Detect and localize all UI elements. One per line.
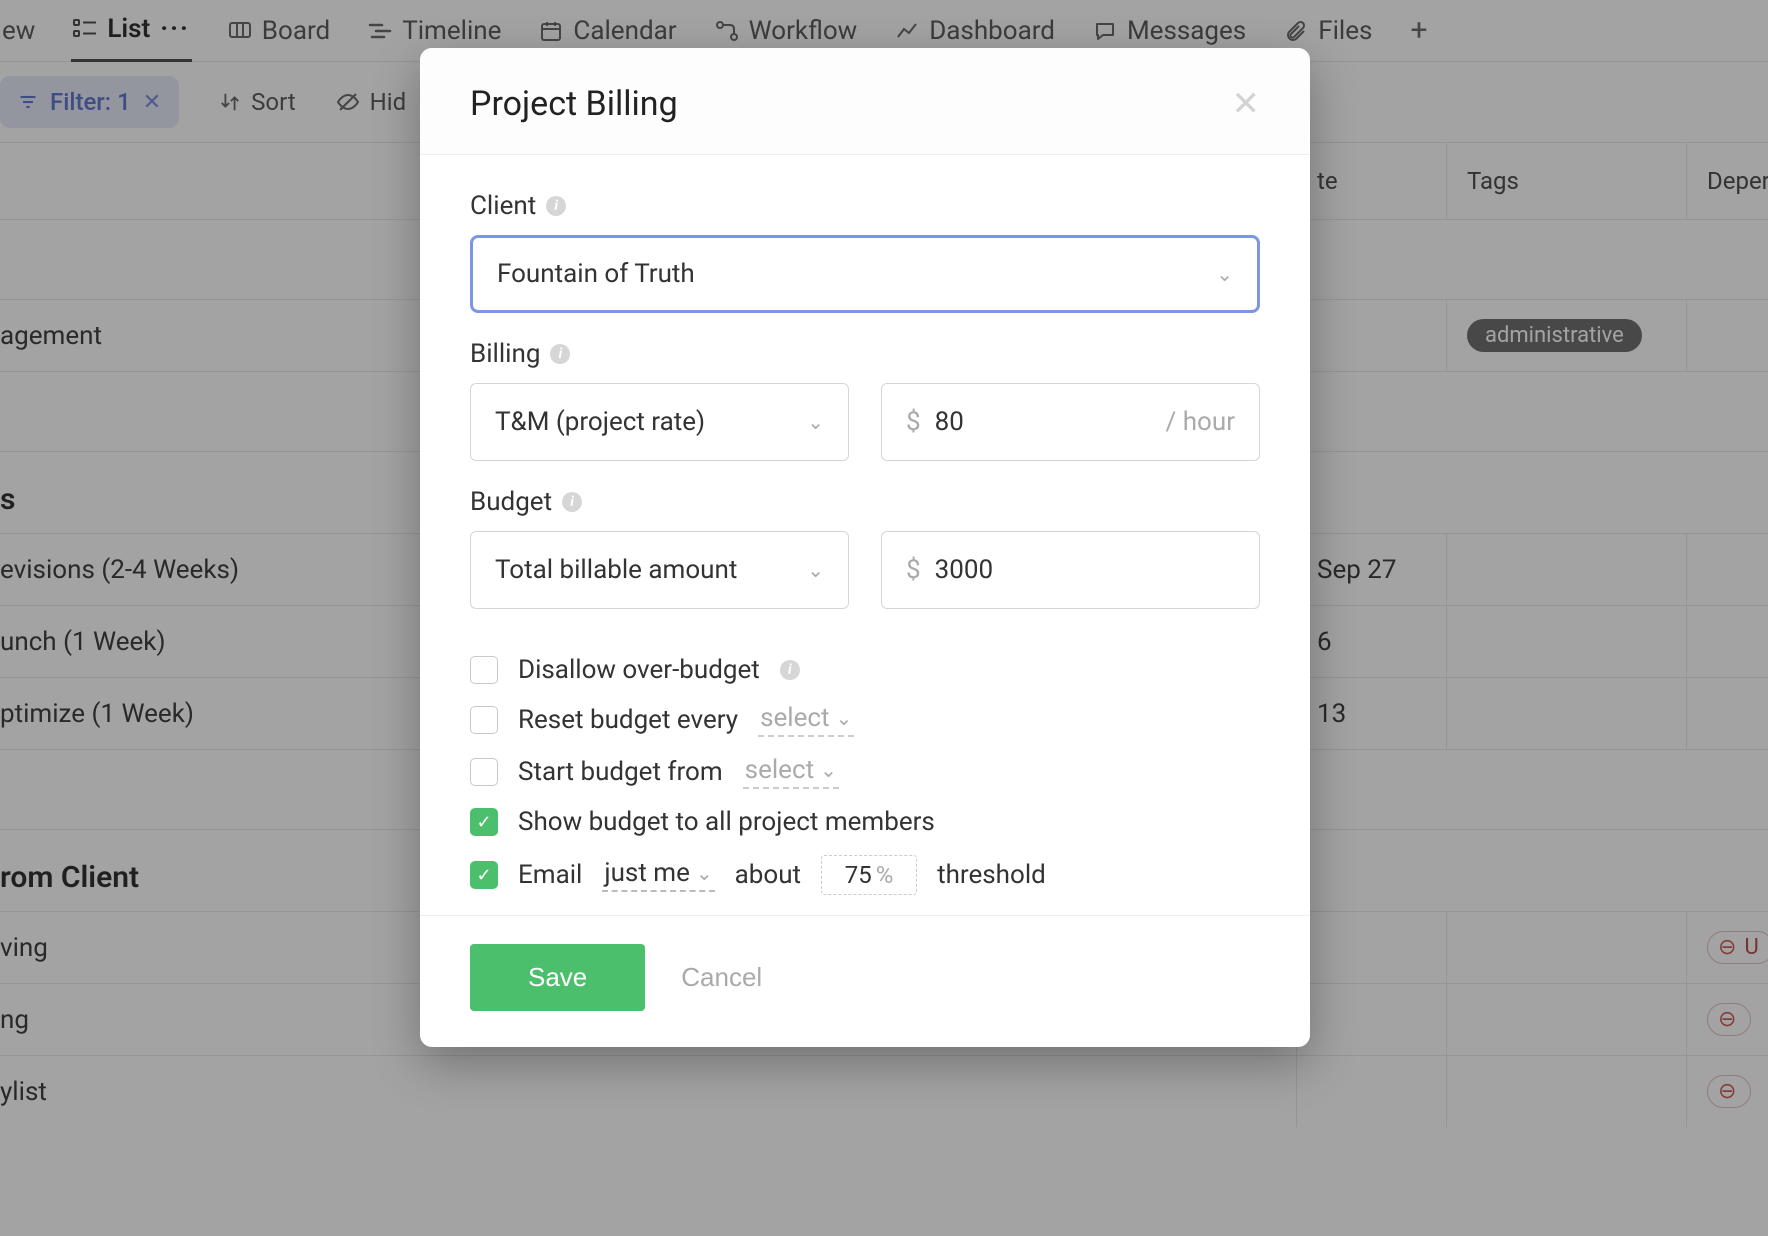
reset-period-select[interactable]: select ⌄ bbox=[758, 703, 854, 737]
save-button[interactable]: Save bbox=[470, 944, 645, 1011]
modal-title: Project Billing bbox=[470, 84, 678, 124]
budget-amount-input[interactable]: $ 3000 bbox=[881, 531, 1260, 609]
close-icon[interactable]: ✕ bbox=[1232, 84, 1261, 124]
billing-label: Billing i bbox=[470, 339, 1260, 369]
billing-rate-input[interactable]: $ 80 / hour bbox=[881, 383, 1260, 461]
budget-label: Budget i bbox=[470, 487, 1260, 517]
client-select[interactable]: Fountain of Truth ⌄ bbox=[470, 235, 1260, 313]
chevron-down-icon: ⌄ bbox=[807, 410, 824, 434]
disallow-overbudget-checkbox[interactable] bbox=[470, 656, 498, 684]
currency-symbol: $ bbox=[906, 555, 921, 585]
show-budget-row: ✓ Show budget to all project members bbox=[470, 807, 1260, 837]
info-icon[interactable]: i bbox=[546, 196, 566, 216]
info-icon[interactable]: i bbox=[550, 344, 570, 364]
info-icon[interactable]: i bbox=[780, 660, 800, 680]
email-who-select[interactable]: just me ⌄ bbox=[602, 858, 714, 892]
chevron-down-icon: ⌄ bbox=[807, 558, 824, 582]
start-budget-checkbox[interactable] bbox=[470, 758, 498, 786]
budget-type-select[interactable]: Total billable amount ⌄ bbox=[470, 531, 849, 609]
disallow-overbudget-row: Disallow over-budget i bbox=[470, 655, 1260, 685]
start-from-select[interactable]: select ⌄ bbox=[743, 755, 839, 789]
chevron-down-icon: ⌄ bbox=[1216, 262, 1233, 286]
cancel-button[interactable]: Cancel bbox=[681, 962, 762, 993]
modal-footer: Save Cancel bbox=[420, 915, 1310, 1047]
email-checkbox[interactable]: ✓ bbox=[470, 861, 498, 889]
client-label: Client i bbox=[470, 191, 1260, 221]
chevron-down-icon: ⌄ bbox=[820, 758, 837, 782]
project-billing-modal: Project Billing ✕ Client i Fountain of T… bbox=[420, 48, 1310, 1047]
reset-budget-checkbox[interactable] bbox=[470, 706, 498, 734]
chevron-down-icon: ⌄ bbox=[836, 706, 853, 730]
rate-unit: / hour bbox=[1166, 407, 1235, 437]
show-budget-checkbox[interactable]: ✓ bbox=[470, 808, 498, 836]
chevron-down-icon: ⌄ bbox=[696, 861, 713, 885]
billing-type-select[interactable]: T&M (project rate) ⌄ bbox=[470, 383, 849, 461]
info-icon[interactable]: i bbox=[562, 492, 582, 512]
modal-header: Project Billing ✕ bbox=[420, 48, 1310, 155]
email-threshold-row: ✓ Email just me ⌄ about 75% threshold bbox=[470, 855, 1260, 895]
start-budget-row: Start budget from select ⌄ bbox=[470, 755, 1260, 789]
reset-budget-row: Reset budget every select ⌄ bbox=[470, 703, 1260, 737]
currency-symbol: $ bbox=[906, 407, 921, 437]
modal-body: Client i Fountain of Truth ⌄ Billing i T… bbox=[420, 155, 1310, 915]
threshold-input[interactable]: 75% bbox=[821, 855, 917, 895]
